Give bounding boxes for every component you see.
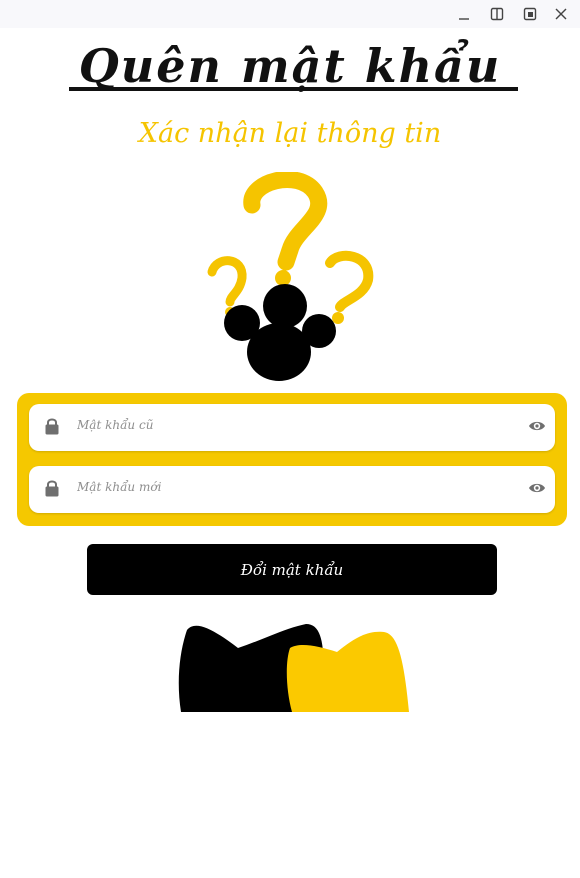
- page-subtitle: Xác nhận lại thông tin: [138, 118, 442, 149]
- lock-icon: [45, 480, 59, 497]
- new-password-field: [29, 466, 555, 513]
- split-view-button[interactable]: [485, 4, 509, 24]
- title-underline: [69, 87, 518, 91]
- paw-question-marks-illustration: [207, 172, 374, 381]
- window-titlebar: [0, 0, 580, 28]
- lock-icon: [45, 418, 59, 435]
- new-password-input[interactable]: [77, 476, 517, 498]
- old-password-field: [29, 404, 555, 451]
- split-view-icon: [490, 7, 504, 21]
- password-form-panel: [17, 393, 567, 526]
- cat-ears-illustration: [178, 624, 409, 712]
- minimize-button[interactable]: [452, 4, 476, 24]
- maximize-button[interactable]: [518, 4, 542, 24]
- close-icon: [555, 8, 567, 20]
- eye-icon[interactable]: [528, 481, 546, 495]
- old-password-input[interactable]: [77, 414, 517, 436]
- change-password-button[interactable]: Đổi mật khẩu: [87, 544, 497, 595]
- eye-icon[interactable]: [528, 419, 546, 433]
- maximize-icon: [523, 7, 537, 21]
- close-button[interactable]: [549, 4, 573, 24]
- minimize-icon: [459, 18, 469, 20]
